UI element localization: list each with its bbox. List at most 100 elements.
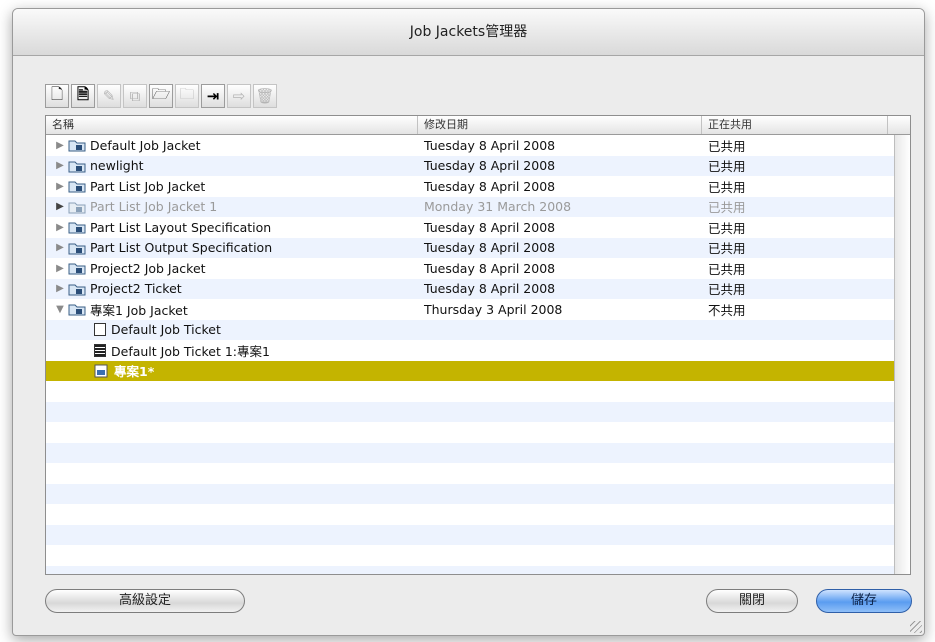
item-sharing: 已共用 — [708, 220, 746, 236]
item-name: Project2 Job Jacket — [90, 260, 206, 276]
list-item[interactable]: ▶ Project2 Job Jacket Tuesday 8 April 20… — [46, 258, 910, 279]
list-rows: ▶ Default Job Jacket Tuesday 8 April 200… — [46, 135, 910, 574]
empty-row — [46, 401, 910, 422]
item-sharing: 已共用 — [708, 261, 746, 277]
save-button[interactable]: 儲存 — [816, 589, 912, 613]
export-icon: ⇨ — [232, 87, 246, 105]
item-date: Tuesday 8 April 2008 — [424, 281, 556, 297]
empty-row — [46, 422, 910, 443]
item-sharing: 已共用 — [708, 241, 746, 257]
item-sharing: 不共用 — [708, 302, 746, 318]
window-title: Job Jackets管理器 — [13, 9, 924, 56]
vertical-scrollbar[interactable] — [894, 135, 910, 574]
new-jacket-button[interactable]: 🗋 — [45, 84, 69, 108]
job-jackets-list[interactable]: 名稱 修改日期 正在共用 ▶ Default Job Jacket Tuesda… — [45, 115, 911, 575]
job-jacket-icon — [68, 302, 86, 316]
job-ticket-icon — [94, 323, 106, 337]
item-sharing: 已共用 — [708, 200, 746, 216]
list-item-child[interactable]: Default Job Ticket — [46, 319, 910, 340]
job-jacket-icon — [68, 241, 86, 255]
edit-button[interactable]: ✎ — [97, 84, 121, 108]
disclosure-triangle-icon[interactable]: ▶ — [54, 201, 66, 212]
import-button[interactable]: ⇥ — [201, 84, 225, 108]
new-ticket-icon: 🗎 — [76, 84, 90, 103]
item-name: Part List Job Jacket — [90, 178, 206, 194]
new-ticket-button[interactable]: 🗎 — [71, 84, 95, 108]
list-item[interactable]: ▼ 專案1 Job Jacket Thursday 3 April 2008 不… — [46, 299, 910, 320]
layout-icon — [94, 364, 110, 378]
job-ticket-active-icon — [94, 343, 106, 357]
toolbar: 🗋 🗎 ✎ ⧉ 🗁 🗀 ⇥ ⇨ 🗑 — [45, 81, 277, 111]
item-name: 專案1 Job Jacket — [90, 302, 188, 318]
disclosure-triangle-icon[interactable]: ▶ — [54, 140, 66, 151]
disclosure-triangle-icon[interactable]: ▶ — [54, 181, 66, 192]
list-item-selected[interactable]: 專案1* — [46, 360, 910, 381]
disclosure-triangle-icon[interactable]: ▶ — [54, 242, 66, 253]
open-folder-button[interactable]: 🗁 — [149, 84, 173, 108]
folder-icon: 🗀 — [179, 84, 195, 103]
job-jacket-icon — [68, 138, 86, 152]
empty-row — [46, 463, 910, 484]
list-item[interactable]: ▶ Part List Job Jacket Tuesday 8 April 2… — [46, 176, 910, 197]
disclosure-triangle-icon[interactable]: ▶ — [54, 283, 66, 294]
disclosure-triangle-icon[interactable]: ▶ — [54, 160, 66, 171]
import-icon: ⇥ — [206, 87, 220, 105]
close-button[interactable]: 關閉 — [706, 589, 798, 613]
item-name: Part List Layout Specification — [90, 219, 272, 235]
item-name: Part List Output Specification — [90, 240, 273, 256]
job-jackets-manager-dialog: Job Jackets管理器 🗋 🗎 ✎ ⧉ 🗁 🗀 ⇥ ⇨ 🗑 名稱 修改日期… — [12, 8, 925, 636]
item-sharing: 已共用 — [708, 159, 746, 175]
column-name[interactable]: 名稱 — [46, 116, 418, 134]
empty-row — [46, 504, 910, 525]
empty-row — [46, 483, 910, 504]
item-name: Default Job Jacket — [90, 137, 201, 153]
list-item[interactable]: ▶ Project2 Ticket Tuesday 8 April 2008 已… — [46, 278, 910, 299]
link-folder-button[interactable]: 🗀 — [175, 84, 199, 108]
empty-row — [46, 524, 910, 545]
disclosure-triangle-icon[interactable]: ▶ — [54, 222, 66, 233]
item-sharing: 已共用 — [708, 179, 746, 195]
job-jacket-icon — [68, 159, 86, 173]
item-name: Default Job Ticket — [111, 322, 221, 338]
item-date: Tuesday 8 April 2008 — [424, 260, 556, 276]
open-folder-icon: 🗁 — [151, 84, 171, 103]
item-date: Tuesday 8 April 2008 — [424, 158, 556, 174]
resize-grip-icon[interactable] — [910, 621, 922, 633]
item-name: newlight — [90, 158, 144, 174]
duplicate-button[interactable]: ⧉ — [123, 84, 147, 108]
job-jacket-icon — [68, 282, 86, 296]
item-name: Default Job Ticket 1:專案1 — [111, 343, 270, 359]
item-sharing: 已共用 — [708, 282, 746, 298]
list-item[interactable]: ▶ Part List Job Jacket 1 Monday 31 March… — [46, 196, 910, 217]
item-name: Part List Job Jacket 1 — [90, 199, 218, 215]
item-date: Tuesday 8 April 2008 — [424, 137, 556, 153]
item-name: Project2 Ticket — [90, 281, 182, 297]
item-name: 專案1* — [114, 364, 155, 380]
list-item-child[interactable]: Default Job Ticket 1:專案1 — [46, 340, 910, 361]
column-date[interactable]: 修改日期 — [418, 116, 702, 134]
column-spacer — [888, 116, 910, 134]
column-header: 名稱 修改日期 正在共用 — [46, 116, 910, 135]
item-date: Thursday 3 April 2008 — [424, 301, 563, 317]
job-jacket-icon — [68, 220, 86, 234]
list-item[interactable]: ▶ Default Job Jacket Tuesday 8 April 200… — [46, 135, 910, 156]
item-date: Tuesday 8 April 2008 — [424, 219, 556, 235]
job-jacket-icon — [68, 179, 86, 193]
disclosure-triangle-open-icon[interactable]: ▼ — [54, 304, 66, 315]
list-item[interactable]: ▶ Part List Layout Specification Tuesday… — [46, 217, 910, 238]
item-date: Monday 31 March 2008 — [424, 199, 572, 215]
trash-icon: 🗑 — [255, 87, 275, 105]
item-sharing: 已共用 — [708, 138, 746, 154]
new-jacket-icon: 🗋 — [50, 84, 64, 103]
delete-button[interactable]: 🗑 — [253, 84, 277, 108]
export-button[interactable]: ⇨ — [227, 84, 251, 108]
advanced-settings-button[interactable]: 高級設定 — [45, 589, 245, 613]
empty-row — [46, 565, 910, 574]
empty-row — [46, 381, 910, 402]
item-date: Tuesday 8 April 2008 — [424, 240, 556, 256]
empty-row — [46, 545, 910, 566]
disclosure-triangle-icon[interactable]: ▶ — [54, 263, 66, 274]
column-sharing[interactable]: 正在共用 — [702, 116, 888, 134]
list-item[interactable]: ▶ newlight Tuesday 8 April 2008 已共用 — [46, 155, 910, 176]
list-item[interactable]: ▶ Part List Output Specification Tuesday… — [46, 237, 910, 258]
